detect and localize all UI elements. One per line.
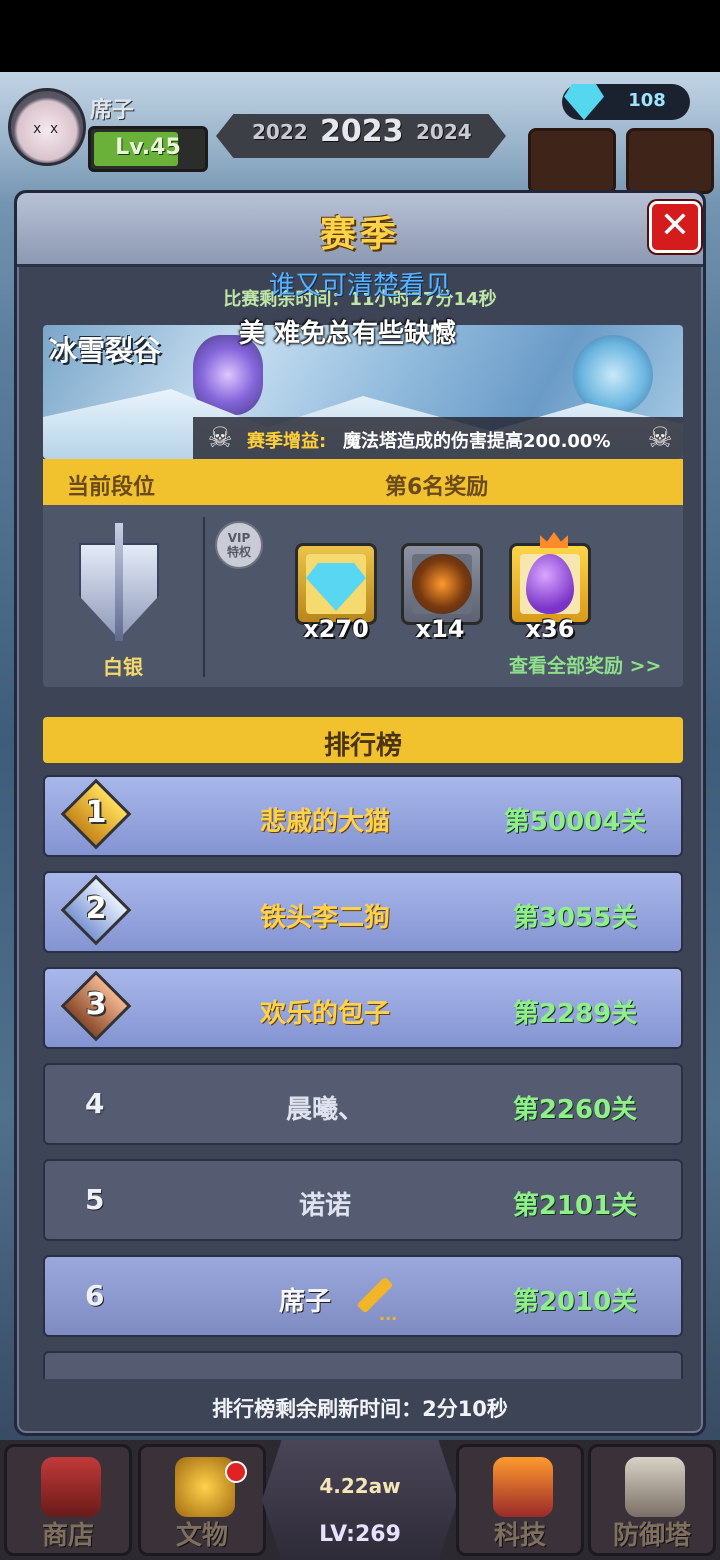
silver-medal-icon: 2 bbox=[59, 874, 132, 947]
leaderboard-row[interactable]: 3 欢乐的包子 第2289关 bbox=[43, 967, 683, 1049]
modal-title: 赛季 bbox=[319, 214, 400, 255]
divider bbox=[203, 517, 205, 677]
bronze-medal-icon: 3 bbox=[59, 970, 132, 1043]
lyric-overlay-line1: 谁又可清楚看见 bbox=[268, 271, 451, 301]
stage-reached: 第2289关 bbox=[512, 999, 638, 1029]
season-buff: ☠ 赛季增益: 魔法塔造成的伤害提高200.00% ☠ bbox=[193, 417, 683, 459]
power-value: 4.22aw bbox=[319, 1474, 401, 1498]
leaderboard-refresh-timer: 排行榜剩余刷新时间：2分10秒 bbox=[212, 1397, 508, 1421]
pencil-icon[interactable]: ... bbox=[355, 1275, 399, 1324]
close-button[interactable]: ✕ bbox=[649, 201, 701, 253]
player-name: 悲戚的大猫 bbox=[259, 807, 390, 837]
current-rank-label: 当前段位 bbox=[67, 475, 156, 500]
nav-label: 文物 bbox=[175, 1521, 228, 1551]
reward-item-hammer[interactable] bbox=[401, 543, 483, 625]
tower-icon bbox=[625, 1457, 685, 1517]
view-all-rewards-link[interactable]: 查看全部奖励 >> bbox=[509, 651, 661, 678]
leaderboard-title: 排行榜 bbox=[323, 731, 402, 761]
ice-portal-image bbox=[573, 335, 653, 415]
gem-count: 108 bbox=[628, 90, 666, 111]
nav-label: 商店 bbox=[41, 1521, 94, 1551]
player-name: 席子 bbox=[90, 98, 135, 123]
stage-reached: 第2010关 bbox=[512, 1287, 638, 1317]
reward-item-egg[interactable] bbox=[509, 532, 591, 625]
leaderboard-header: 排行榜 bbox=[43, 717, 683, 763]
reward-panel: 白银 VIP 特权 x270 x14 x36 查看全部奖励 >> bbox=[43, 505, 683, 687]
silver-rank-emblem-icon bbox=[69, 523, 169, 643]
nav-battle[interactable]: 4.22aw LV:269 bbox=[262, 1440, 458, 1560]
year-selector[interactable]: 2022 2023 2024 bbox=[216, 108, 506, 162]
reward-item-diamond[interactable] bbox=[295, 543, 377, 625]
nav-shop[interactable]: 商店 bbox=[4, 1444, 132, 1556]
nav-defense[interactable]: 防御塔 bbox=[588, 1444, 716, 1556]
level-text: Lv.45 bbox=[115, 135, 181, 160]
reward-count: x14 bbox=[415, 615, 465, 643]
avatar[interactable]: x x bbox=[8, 88, 86, 166]
skull-icon: ☠ bbox=[647, 421, 673, 454]
player-name: 晨曦、 bbox=[285, 1095, 364, 1125]
rank-number: 4 bbox=[85, 1087, 105, 1120]
status-bar bbox=[0, 0, 720, 72]
stage-reached: 第3055关 bbox=[512, 903, 638, 933]
stage-reached: 第2260关 bbox=[512, 1095, 638, 1125]
player-name: 诺诺 bbox=[298, 1191, 351, 1221]
rank-name: 白银 bbox=[103, 655, 143, 679]
gem-counter[interactable]: 108 bbox=[562, 84, 690, 120]
reward-count: x36 bbox=[525, 615, 575, 643]
leaderboard-row-partial[interactable] bbox=[43, 1351, 683, 1379]
skull-icon: ☠ bbox=[207, 421, 233, 454]
nav-label: 科技 bbox=[493, 1521, 546, 1551]
gem-icon bbox=[564, 84, 604, 120]
stage-reached: 第2101关 bbox=[512, 1191, 638, 1221]
year-prev[interactable]: 2022 bbox=[252, 120, 308, 144]
nav-label: 防御塔 bbox=[612, 1521, 691, 1551]
player-name: 欢乐的包子 bbox=[259, 999, 390, 1029]
rank-number: 5 bbox=[85, 1183, 105, 1216]
crown-icon bbox=[540, 532, 568, 548]
buff-label: 赛季增益: bbox=[247, 431, 327, 452]
year-current: 2023 bbox=[320, 114, 404, 149]
nav-tech[interactable]: 科技 bbox=[456, 1444, 584, 1556]
menu-button[interactable] bbox=[626, 128, 714, 194]
tech-icon bbox=[493, 1457, 553, 1517]
gold-medal-icon: 1 bbox=[59, 778, 132, 851]
shop-icon bbox=[41, 1457, 101, 1517]
modal-header: 赛季 ✕ bbox=[17, 193, 703, 267]
stage-reached: 第50004关 bbox=[503, 807, 647, 837]
notification-dot bbox=[225, 1461, 247, 1483]
nav-relics[interactable]: 文物 bbox=[138, 1444, 266, 1556]
rank-number: 6 bbox=[85, 1279, 105, 1312]
leaderboard-row[interactable]: 4 晨曦、 第2260关 bbox=[43, 1063, 683, 1145]
reward-tier-label: 第6名奖励 bbox=[385, 475, 489, 500]
vip-badge[interactable]: VIP 特权 bbox=[215, 521, 263, 569]
leaderboard-row-self[interactable]: 6 席子 ... 第2010关 bbox=[43, 1255, 683, 1337]
lyric-overlay-line2: 美 难免总有些缺憾 bbox=[239, 319, 457, 349]
leaderboard-row[interactable]: 5 诺诺 第2101关 bbox=[43, 1159, 683, 1241]
leaderboard-row[interactable]: 2 铁头李二狗 第3055关 bbox=[43, 871, 683, 953]
hammer-icon bbox=[412, 554, 472, 614]
center-level: LV:269 bbox=[319, 1522, 401, 1547]
rank-strip: 当前段位 第6名奖励 bbox=[43, 459, 683, 505]
player-name: 铁头李二狗 bbox=[259, 903, 390, 933]
reward-count: x270 bbox=[303, 615, 369, 643]
leaderboard-list[interactable]: 1 悲戚的大猫 第50004关 2 铁头李二狗 第3055关 3 欢乐的包子 第… bbox=[43, 775, 683, 1379]
year-next[interactable]: 2024 bbox=[416, 120, 472, 144]
quest-scroll-button[interactable] bbox=[528, 128, 616, 194]
season-modal: 赛季 ✕ 比赛剩余时间：11小时27分14秒 冰雪裂谷 ☠ 赛季增益: 魔法塔造… bbox=[14, 190, 706, 1436]
bottom-nav: 商店 文物 4.22aw LV:269 科技 防御塔 bbox=[0, 1440, 720, 1560]
sword-icon bbox=[115, 523, 123, 641]
level-badge: Lv.45 bbox=[88, 126, 208, 172]
buff-text: 魔法塔造成的伤害提高200.00% bbox=[343, 431, 611, 452]
leaderboard-row[interactable]: 1 悲戚的大猫 第50004关 bbox=[43, 775, 683, 857]
map-name: 冰雪裂谷 bbox=[49, 334, 162, 367]
